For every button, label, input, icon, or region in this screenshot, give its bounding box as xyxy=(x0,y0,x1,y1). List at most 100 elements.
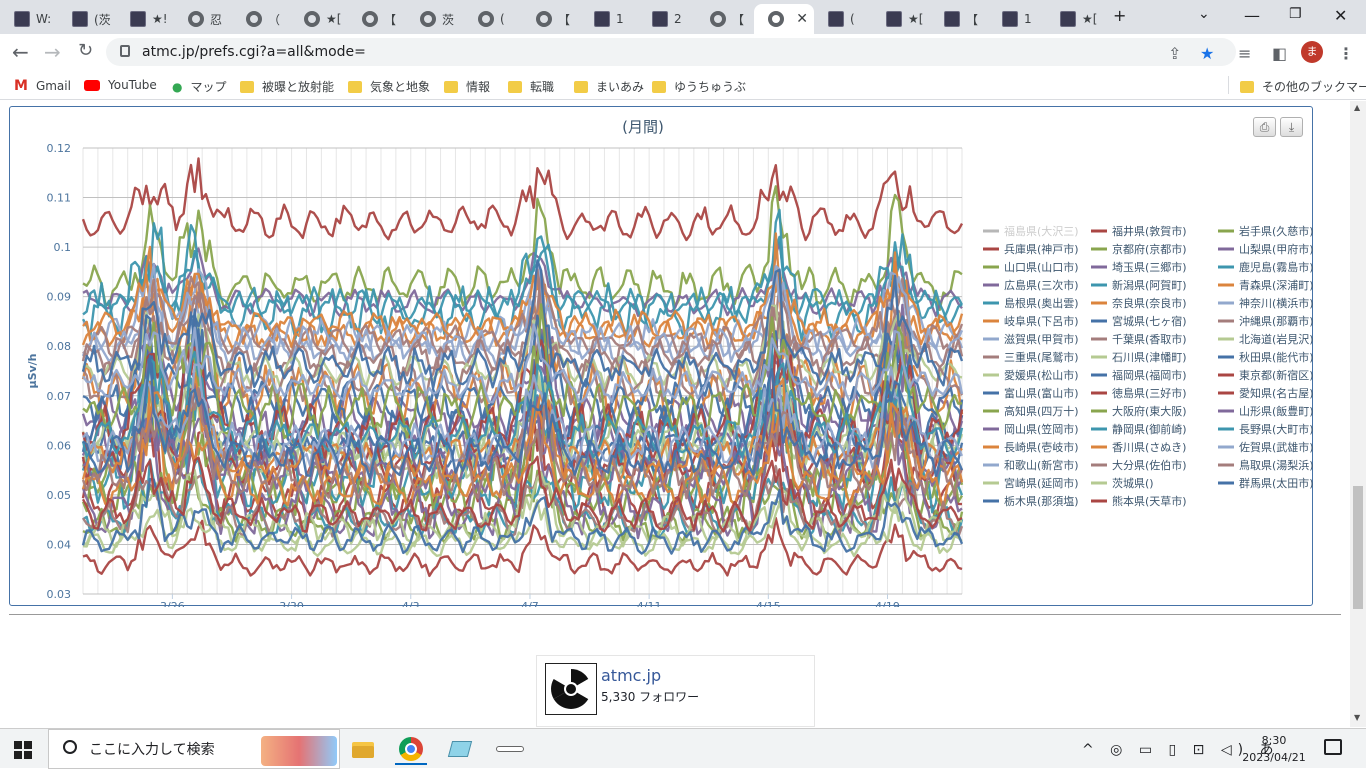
legend-item[interactable]: 熊本県(天草市) xyxy=(1112,494,1187,508)
legend-item[interactable]: 高知県(四万十) xyxy=(1004,404,1079,418)
facebook-page-widget[interactable]: atmc.jp 5,330 フォロワー xyxy=(536,655,815,727)
taskbar-search-box[interactable]: ここに入力して検索 xyxy=(48,729,340,769)
browser-tab[interactable]: 茨 xyxy=(406,4,464,34)
side-panel-icon[interactable]: ◧ xyxy=(1272,44,1287,63)
file-explorer-icon[interactable] xyxy=(347,733,379,765)
legend-item[interactable]: 福井県(敦賀市) xyxy=(1112,224,1187,238)
forward-button[interactable]: → xyxy=(44,40,61,64)
browser-tab[interactable]: W: xyxy=(0,4,58,34)
legend-item[interactable]: 岐阜県(下呂市) xyxy=(1004,314,1079,328)
browser-tab[interactable]: 1 xyxy=(580,4,638,34)
share-icon[interactable]: ⇪ xyxy=(1168,44,1181,63)
browser-tab[interactable]: 【 xyxy=(696,4,754,34)
browser-tab[interactable]: 2 xyxy=(638,4,696,34)
legend-item[interactable]: 秋田県(能代市) xyxy=(1239,350,1314,364)
legend-item[interactable]: 鳥取県(湯梨浜) xyxy=(1239,458,1314,472)
legend-item[interactable]: 神奈川(横浜市) xyxy=(1239,296,1314,310)
reading-list-icon[interactable]: ≡ xyxy=(1238,44,1251,63)
browser-tab[interactable]: （ xyxy=(232,4,290,34)
bookmark-item[interactable]: M Gmail xyxy=(14,78,71,94)
legend-item[interactable]: 群馬県(太田市) xyxy=(1239,476,1314,490)
bookmark-star-icon[interactable]: ★ xyxy=(1200,44,1214,63)
windows-start-icon[interactable] xyxy=(14,741,32,759)
legend-item[interactable]: 佐賀県(武雄市) xyxy=(1239,440,1314,454)
legend-item[interactable]: 山形県(飯豊町) xyxy=(1239,404,1314,418)
legend-item[interactable]: 愛媛県(松山市) xyxy=(1004,368,1079,382)
page-scrollbar[interactable]: ▲ ▼ xyxy=(1350,101,1366,727)
bookmark-item[interactable]: 気象と地象 xyxy=(348,78,430,95)
browser-tab[interactable]: ( xyxy=(464,4,522,34)
legend-item[interactable]: 長野県(大町市) xyxy=(1239,422,1314,436)
legend-item[interactable]: 宮崎県(延岡市) xyxy=(1004,476,1079,490)
browser-tab[interactable]: (茨 xyxy=(58,4,116,34)
legend-item[interactable]: 石川県(津幡町) xyxy=(1112,350,1187,364)
url-text[interactable]: atmc.jp/prefs.cgi?a=all&mode= xyxy=(142,44,366,60)
legend-item[interactable]: 山口県(山口市) xyxy=(1004,260,1079,274)
browser-tab[interactable]: 忍 xyxy=(174,4,232,34)
radiation-logo-icon[interactable] xyxy=(545,663,597,715)
legend-item[interactable]: 茨城県() xyxy=(1112,476,1154,490)
browser-tab[interactable]: 【 xyxy=(930,4,988,34)
legend-item[interactable]: 静岡県(御前崎) xyxy=(1112,422,1187,436)
legend-item[interactable]: 広島県(三次市) xyxy=(1004,278,1079,292)
new-tab-button[interactable]: + xyxy=(1113,6,1126,25)
legend-item[interactable]: 岡山県(笠岡市) xyxy=(1004,422,1079,436)
address-bar[interactable]: atmc.jp/prefs.cgi?a=all&mode= xyxy=(106,38,1236,66)
back-button[interactable]: ← xyxy=(12,40,29,64)
lock-icon[interactable] xyxy=(120,45,130,57)
legend-item[interactable]: 大阪府(東大阪) xyxy=(1112,404,1187,418)
tab-search-chevron-icon[interactable]: ⌄ xyxy=(1198,6,1210,22)
legend-item[interactable]: 青森県(深浦町) xyxy=(1239,278,1314,292)
legend-item[interactable]: 奈良県(奈良市) xyxy=(1112,296,1187,310)
legend-item[interactable]: 島根県(奥出雲) xyxy=(1004,296,1079,310)
scroll-up-arrow-icon[interactable]: ▲ xyxy=(1354,103,1360,112)
browser-tab[interactable]: 1 xyxy=(988,4,1046,34)
legend-item[interactable]: 北海道(岩見沢) xyxy=(1239,332,1314,346)
browser-tab[interactable]: 【 xyxy=(348,4,406,34)
legend-item[interactable]: 徳島県(三好市) xyxy=(1112,386,1187,400)
bookmark-item[interactable]: YouTube xyxy=(84,78,157,92)
tab-close-icon[interactable]: ✕ xyxy=(796,11,808,27)
print-chart-button[interactable]: ⎙ xyxy=(1253,117,1276,137)
legend-item[interactable]: 沖縄県(那覇市) xyxy=(1239,314,1314,328)
widget-page-name[interactable]: atmc.jp xyxy=(601,666,661,685)
menu-kebab-icon[interactable]: ⋮ xyxy=(1338,44,1354,63)
legend-item[interactable]: 長崎県(壱岐市) xyxy=(1004,440,1079,454)
legend-item[interactable]: 京都府(京都市) xyxy=(1112,242,1187,256)
bookmark-item[interactable]: ● マップ xyxy=(172,78,227,95)
legend-item[interactable]: 岩手県(久慈市) xyxy=(1239,224,1314,238)
restore-button[interactable]: ❐ xyxy=(1289,6,1302,22)
legend-item[interactable]: 福島県(大沢三) xyxy=(1004,224,1079,238)
profile-avatar[interactable]: ま xyxy=(1301,41,1323,63)
bookmark-item[interactable]: まいあみ xyxy=(574,78,644,95)
notebook-app-icon[interactable] xyxy=(444,733,476,765)
bookmark-item[interactable]: 情報 xyxy=(444,78,490,95)
bookmark-item[interactable]: 転職 xyxy=(508,78,554,95)
minimize-button[interactable]: — xyxy=(1244,6,1260,25)
browser-tab[interactable]: ( xyxy=(814,4,872,34)
browser-tab[interactable]: ★! xyxy=(116,4,174,34)
browser-tab[interactable]: 【 xyxy=(522,4,580,34)
legend-item[interactable]: 富山県(富山市) xyxy=(1004,386,1079,400)
legend-item[interactable]: 新潟県(阿賀町) xyxy=(1112,278,1187,292)
bookmark-item[interactable]: 被曝と放射能 xyxy=(240,78,334,95)
legend-item[interactable]: 栃木県(那須塩) xyxy=(1004,494,1079,508)
taskbar-clock[interactable]: 8:30 2023/04/21 xyxy=(1240,732,1308,766)
browser-tab[interactable]: ★[ xyxy=(290,4,348,34)
airplane-app-icon[interactable] xyxy=(494,733,526,765)
legend-item[interactable]: 山梨県(甲府市) xyxy=(1239,242,1314,256)
browser-tab[interactable]: ★[ xyxy=(1046,4,1104,34)
legend-item[interactable]: 大分県(佐伯市) xyxy=(1112,458,1187,472)
legend-item[interactable]: 滋賀県(甲賀市) xyxy=(1004,332,1079,346)
legend-item[interactable]: 兵庫県(神戸市) xyxy=(1004,242,1079,256)
reload-button[interactable]: ↻ xyxy=(78,40,93,61)
legend-item[interactable]: 鹿児島(霧島市) xyxy=(1239,260,1314,274)
legend-item[interactable]: 福岡県(福岡市) xyxy=(1112,368,1187,382)
legend-item[interactable]: 香川県(さぬき) xyxy=(1112,441,1186,454)
browser-tab[interactable]: ✕ xyxy=(754,4,814,34)
scrollbar-thumb[interactable] xyxy=(1353,486,1363,609)
scroll-down-arrow-icon[interactable]: ▼ xyxy=(1354,713,1360,722)
legend-item[interactable]: 埼玉県(三郷市) xyxy=(1112,260,1187,274)
browser-tab[interactable]: ★[ xyxy=(872,4,930,34)
legend-item[interactable]: 三重県(尾鷲市) xyxy=(1004,350,1079,364)
